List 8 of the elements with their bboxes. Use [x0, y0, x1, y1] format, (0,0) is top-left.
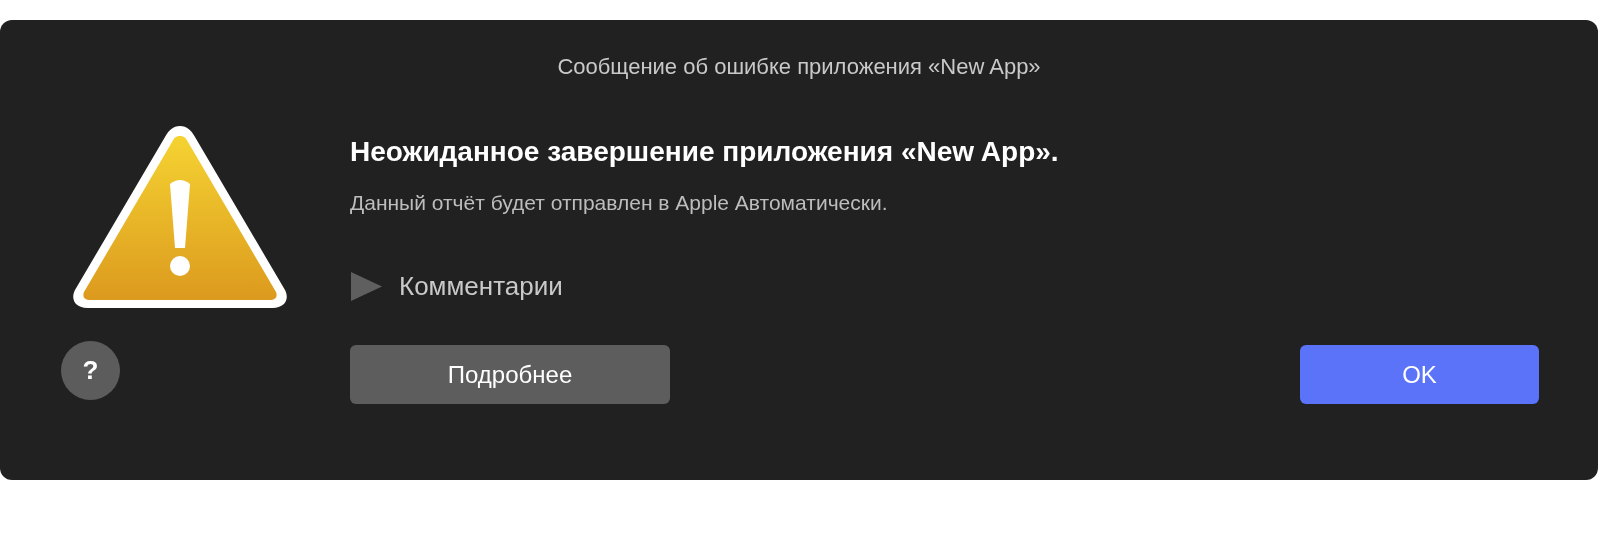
window-title: Сообщение об ошибке приложения «New App» [556, 53, 1042, 80]
disclosure-triangle-icon [350, 270, 383, 303]
help-button[interactable]: ? [61, 341, 120, 400]
comments-disclosure[interactable]: Комментарии [350, 270, 563, 303]
ok-button[interactable]: OK [1300, 345, 1539, 404]
details-button[interactable]: Подробнее [350, 345, 670, 404]
alert-heading: Неожиданное завершение приложения «New App». [350, 135, 1059, 169]
alert-message: Данный отчёт будет отправлен в Apple Автоматически. [350, 190, 888, 216]
